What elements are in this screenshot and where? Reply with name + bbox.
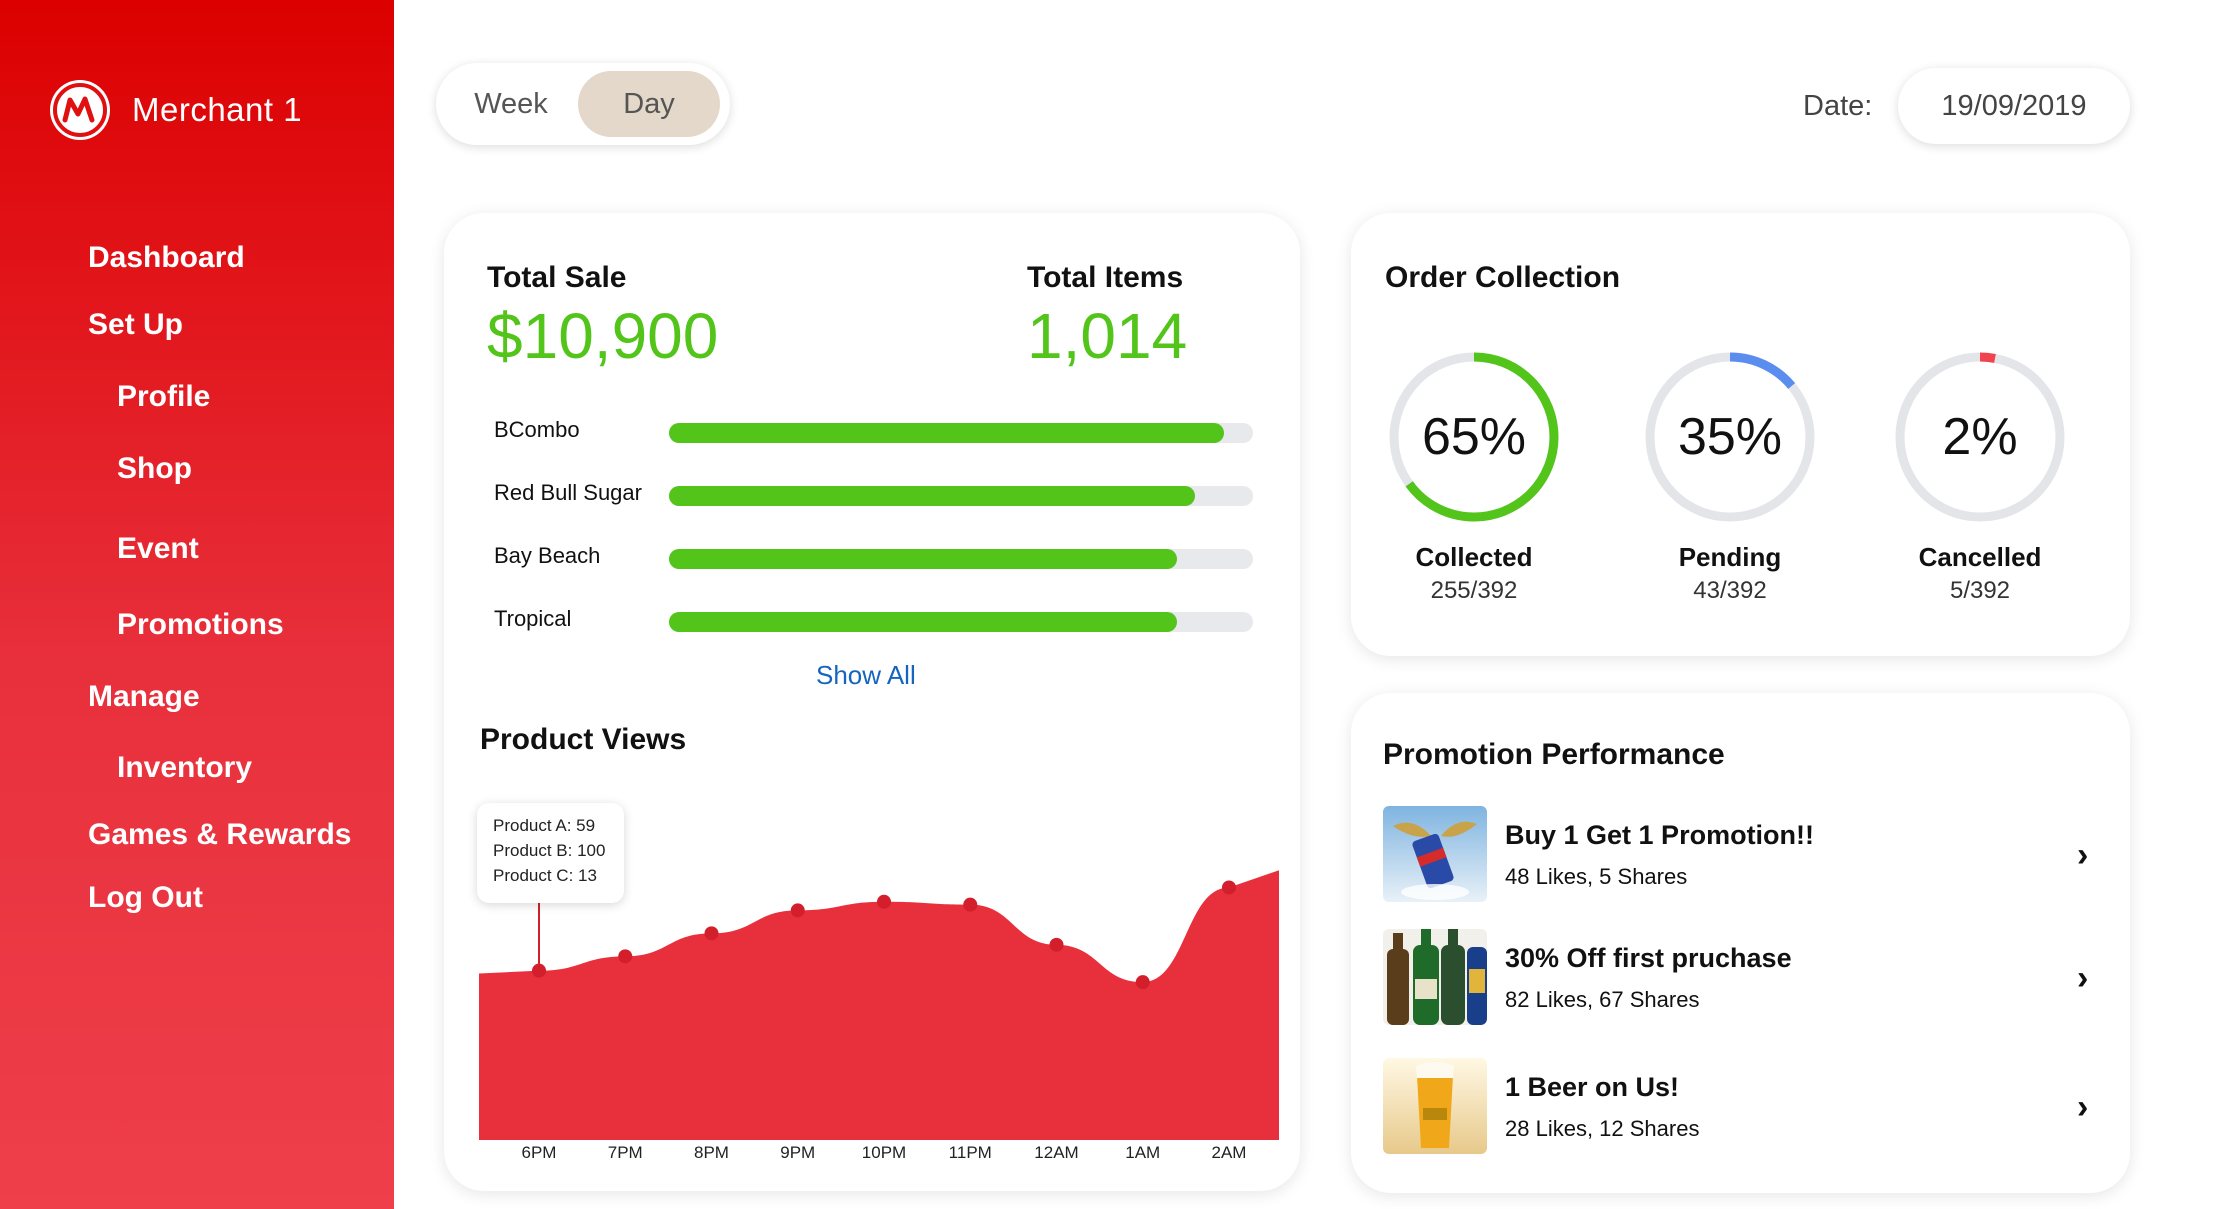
area-series [479,870,1279,1140]
total-sale-label: Total Sale [487,261,627,294]
collected-ring: 65% [1384,347,1564,527]
x-tick-label: 1AM [1125,1143,1161,1162]
data-point [1049,937,1064,952]
toggle-week[interactable]: Week [446,71,576,137]
product-bar-label: BCombo [494,417,580,442]
tooltip-line: Product A: 59 [493,816,596,835]
total-sale-value: $10,900 [487,300,719,372]
promotion-item[interactable]: Buy 1 Get 1 Promotion!! 48 Likes, 5 Shar… [1383,806,2103,906]
energy-drink-image [1383,806,1487,902]
sidebar: Merchant 1 Dashboard Set Up Profile Shop… [0,0,394,1209]
show-all-link[interactable]: Show All [816,660,916,691]
promotion-stats: 82 Likes, 67 Shares [1505,987,1700,1012]
product-bar-track [669,612,1253,632]
sales-card: Total Sale $10,900 Total Items 1,014 BCo… [444,213,1300,1191]
product-bar-row: BCombo [494,417,1254,447]
x-tick-label: 12AM [1034,1143,1079,1162]
data-point [532,963,546,978]
tooltip-line: Product B: 100 [493,841,606,860]
data-point [704,926,719,941]
x-tick-label: 10PM [861,1143,907,1162]
nav-games-rewards[interactable]: Games & Rewards [88,818,351,852]
promotion-stats: 48 Likes, 5 Shares [1505,864,1688,889]
product-bar-label: Bay Beach [494,543,601,568]
x-tick-label: 7PM [607,1143,643,1162]
data-point [618,949,633,964]
product-bar-fill [669,486,1195,506]
data-point [963,897,978,912]
nav-shop[interactable]: Shop [117,452,192,486]
nav-inventory[interactable]: Inventory [117,751,252,785]
merchant-name: Merchant 1 [132,91,303,128]
date-picker[interactable]: 19/09/2019 [1898,68,2130,144]
data-point [1135,975,1150,990]
nav-profile[interactable]: Profile [117,380,210,414]
data-point [1222,880,1236,895]
period-toggle: Week Day [436,63,730,145]
chart-tooltip: Product A: 59 Product B: 100 Product C: … [477,803,624,903]
beer-bottles-image [1383,929,1487,1025]
product-bar-fill [669,549,1178,569]
order-collection-title: Order Collection [1385,261,1621,294]
tooltip-line: Product C: 13 [493,866,597,885]
pending-ring: 35% [1640,347,1820,527]
data-point [877,894,891,909]
promotion-performance-title: Promotion Performance [1383,738,1725,771]
chevron-right-icon[interactable]: › [2077,1088,2088,1127]
promotion-stats: 28 Likes, 12 Shares [1505,1116,1700,1141]
pending-count: 43/392 [1693,577,1767,604]
date-label: Date: [1803,90,1873,122]
x-tick-label: 2AM [1211,1143,1247,1162]
data-point [790,903,805,918]
promotion-item[interactable]: 1 Beer on Us! 28 Likes, 12 Shares › [1383,1058,2103,1158]
order-collection-card: Order Collection 65% Collected 255/392 3… [1351,213,2130,656]
brand[interactable]: Merchant 1 [50,80,302,140]
product-bar-row: Red Bull Sugar [494,480,1254,510]
promotion-item[interactable]: 30% Off first pruchase 82 Likes, 67 Shar… [1383,929,2103,1029]
product-bar-fill [669,612,1178,632]
product-bar-track [669,486,1253,506]
collected-count: 255/392 [1430,577,1518,604]
pending-label: Pending [1678,542,1782,572]
chevron-right-icon[interactable]: › [2077,959,2088,998]
product-bar-track [669,423,1253,443]
product-bar-fill [669,423,1224,443]
total-items-value: 1,014 [1027,300,1188,372]
promotion-performance-card: Promotion Performance Buy 1 Get 1 Promot… [1351,693,2130,1193]
nav-event[interactable]: Event [117,532,199,566]
cancelled-count: 5/392 [1949,577,2011,604]
collected-percent: 65% [1421,408,1527,466]
nav-logout[interactable]: Log Out [88,881,203,915]
promotion-title: 30% Off first pruchase [1505,943,1792,973]
x-tick-label: 11PM [948,1143,992,1162]
cancelled-ring: 2% [1890,347,2070,527]
promotion-title: Buy 1 Get 1 Promotion!! [1505,820,1815,850]
product-bar-row: Tropical [494,606,1254,636]
product-bar-track [669,549,1253,569]
cancelled-label: Cancelled [1918,542,2042,572]
product-bar-label: Red Bull Sugar [494,480,642,505]
nav-promotions[interactable]: Promotions [117,608,284,642]
chevron-right-icon[interactable]: › [2077,836,2088,875]
cancelled-percent: 2% [1942,408,2018,466]
collected-label: Collected [1415,542,1533,572]
product-bar-row: Bay Beach [494,543,1254,573]
pending-percent: 35% [1677,408,1783,466]
nav-setup[interactable]: Set Up [88,308,183,342]
toggle-day[interactable]: Day [578,71,720,137]
beer-glass-image [1383,1058,1487,1154]
nav-manage[interactable]: Manage [88,680,200,714]
merchant-logo-icon [50,80,110,140]
x-tick-label: 9PM [780,1143,816,1162]
product-bar-label: Tropical [494,606,572,631]
nav-dashboard[interactable]: Dashboard [88,241,245,275]
total-items-label: Total Items [1027,261,1184,294]
promotion-title: 1 Beer on Us! [1505,1072,1680,1102]
x-tick-label: 8PM [694,1143,729,1162]
product-views-title: Product Views [480,723,687,756]
x-tick-label: 6PM [521,1143,557,1162]
